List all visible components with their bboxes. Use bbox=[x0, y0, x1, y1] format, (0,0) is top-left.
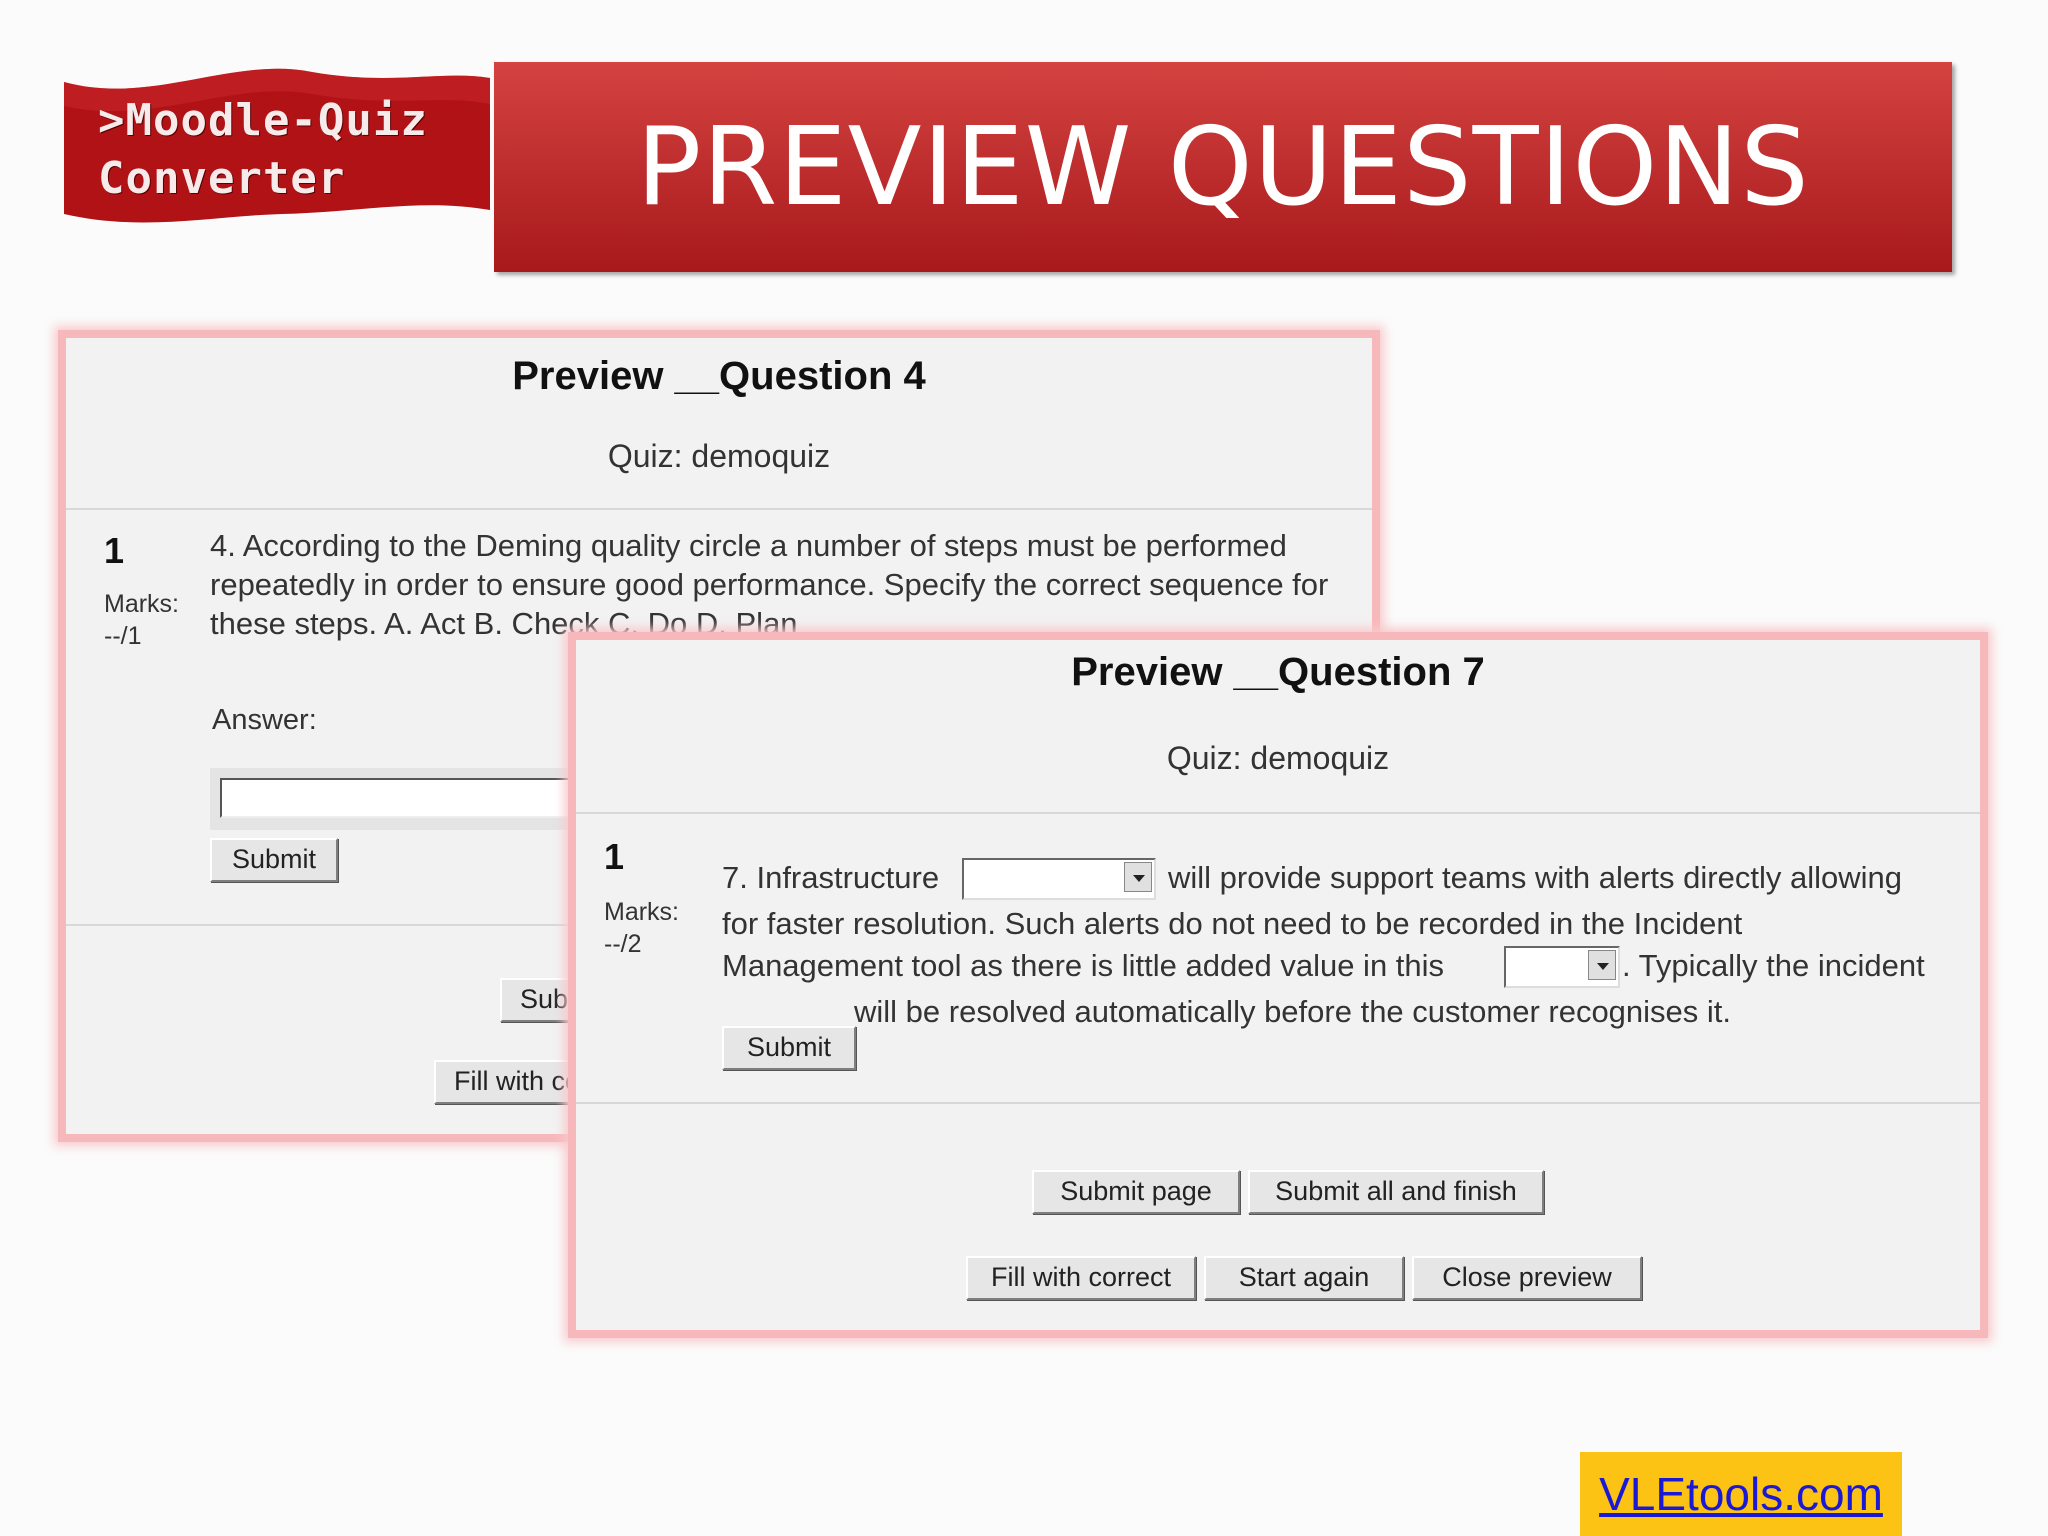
question-text: 4. According to the Deming quality circl… bbox=[210, 528, 1329, 641]
divider bbox=[576, 1102, 1980, 1104]
logo-line-2: Converter bbox=[98, 153, 346, 204]
marks-value: --/1 bbox=[104, 622, 142, 650]
marks-label: Marks: bbox=[104, 590, 179, 618]
marks-label: Marks: bbox=[604, 898, 679, 926]
chevron-down-icon[interactable] bbox=[1588, 950, 1616, 980]
footer-badge: VLEtools.com bbox=[1580, 1452, 1902, 1536]
gap-select-1[interactable] bbox=[962, 858, 1156, 900]
slide-title: PREVIEW QUESTIONS bbox=[636, 104, 1810, 230]
submit-button[interactable]: Submit bbox=[722, 1026, 856, 1070]
gap-select-2[interactable] bbox=[1504, 946, 1620, 988]
answer-label: Answer: bbox=[212, 704, 317, 736]
question-text-line-3: Management tool as there is little added… bbox=[722, 948, 1445, 983]
panel-title: Preview __Question 7 bbox=[1071, 650, 1485, 694]
vletools-link[interactable]: VLEtools.com bbox=[1599, 1467, 1883, 1521]
marks-info: Marks: --/1 bbox=[104, 588, 179, 652]
logo-line-1: >Moodle-Quiz bbox=[98, 95, 428, 146]
preview-panel-question-7: Preview __Question 7 Quiz: demoquiz 1 Ma… bbox=[568, 632, 1988, 1338]
panel-title: Preview __Question 4 bbox=[512, 354, 926, 398]
fill-with-correct-button[interactable]: Fill with correct bbox=[966, 1256, 1196, 1300]
answer-input[interactable] bbox=[220, 778, 604, 818]
quiz-name: Quiz: demoquiz bbox=[1166, 740, 1390, 776]
marks-info: Marks: --/2 bbox=[604, 896, 679, 960]
slide-title-bar: PREVIEW QUESTIONS bbox=[494, 62, 1952, 272]
start-again-button[interactable]: Start again bbox=[1204, 1256, 1404, 1300]
logo-banner: >Moodle-Quiz Converter bbox=[62, 64, 492, 230]
question-text-line-2: for faster resolution. Such alerts do no… bbox=[722, 906, 1743, 941]
question-text-line-4: will be resolved automatically before th… bbox=[854, 994, 1732, 1029]
question-text-cont: will provide support teams with alerts d… bbox=[1168, 860, 1902, 895]
logo-text: >Moodle-Quiz Converter bbox=[98, 92, 428, 208]
submit-all-and-finish-button[interactable]: Submit all and finish bbox=[1248, 1170, 1544, 1214]
question-number: 1 bbox=[604, 836, 625, 877]
chevron-down-icon[interactable] bbox=[1124, 862, 1152, 892]
question-number: 1 bbox=[104, 530, 125, 571]
question-text-start: 7. Infrastructure bbox=[722, 860, 940, 895]
submit-page-button[interactable]: Submit page bbox=[1032, 1170, 1240, 1214]
divider bbox=[66, 508, 1372, 510]
quiz-name: Quiz: demoquiz bbox=[607, 438, 831, 474]
marks-value: --/2 bbox=[604, 930, 642, 958]
question-text-line-3-end: . Typically the incident bbox=[1622, 948, 1925, 983]
close-preview-button[interactable]: Close preview bbox=[1412, 1256, 1642, 1300]
submit-button[interactable]: Submit bbox=[210, 838, 338, 882]
divider bbox=[576, 812, 1980, 814]
